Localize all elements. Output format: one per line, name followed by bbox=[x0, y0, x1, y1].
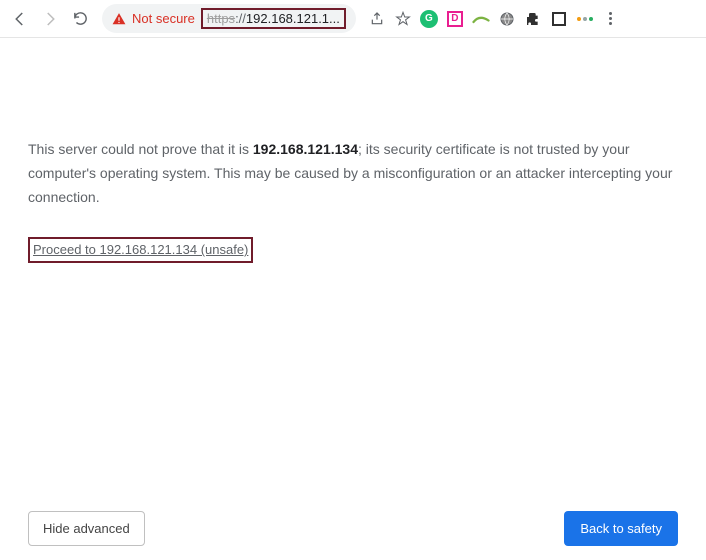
back-button[interactable] bbox=[8, 7, 32, 31]
url-host: 192.168.121.1... bbox=[246, 11, 340, 26]
warning-text-prefix: This server could not prove that it is bbox=[28, 141, 253, 157]
hide-advanced-button[interactable]: Hide advanced bbox=[28, 511, 145, 546]
forward-button[interactable] bbox=[38, 7, 62, 31]
share-icon[interactable] bbox=[368, 10, 386, 28]
not-secure-label: Not secure bbox=[132, 11, 195, 26]
warning-triangle-icon bbox=[112, 12, 126, 26]
extension-globe-icon[interactable] bbox=[498, 10, 516, 28]
page-content: This server could not prove that it is 1… bbox=[0, 38, 706, 263]
proceed-highlight: Proceed to 192.168.121.134 (unsafe) bbox=[28, 237, 253, 263]
menu-icon[interactable] bbox=[602, 10, 620, 28]
panel-toggle-icon[interactable] bbox=[550, 10, 568, 28]
extension-d-icon[interactable]: D bbox=[446, 10, 464, 28]
reload-button[interactable] bbox=[68, 7, 92, 31]
bookmark-star-icon[interactable] bbox=[394, 10, 412, 28]
browser-toolbar: Not secure https :// 192.168.121.1... G … bbox=[0, 0, 706, 38]
url-separator: :// bbox=[235, 11, 246, 26]
address-bar[interactable]: Not secure https :// 192.168.121.1... bbox=[102, 4, 356, 33]
extensions-puzzle-icon[interactable] bbox=[524, 10, 542, 28]
proceed-link[interactable]: Proceed to 192.168.121.134 (unsafe) bbox=[33, 242, 248, 257]
url-highlight: https :// 192.168.121.1... bbox=[201, 8, 346, 29]
warning-host: 192.168.121.134 bbox=[253, 141, 358, 157]
url-scheme: https bbox=[207, 11, 235, 26]
extension-swoosh-icon[interactable] bbox=[472, 10, 490, 28]
profile-dots-icon[interactable] bbox=[576, 10, 594, 28]
warning-message: This server could not prove that it is 1… bbox=[28, 138, 678, 209]
toolbar-actions: G D bbox=[368, 10, 620, 28]
footer-buttons: Hide advanced Back to safety bbox=[28, 511, 678, 546]
extension-g-icon[interactable]: G bbox=[420, 10, 438, 28]
back-to-safety-button[interactable]: Back to safety bbox=[564, 511, 678, 546]
